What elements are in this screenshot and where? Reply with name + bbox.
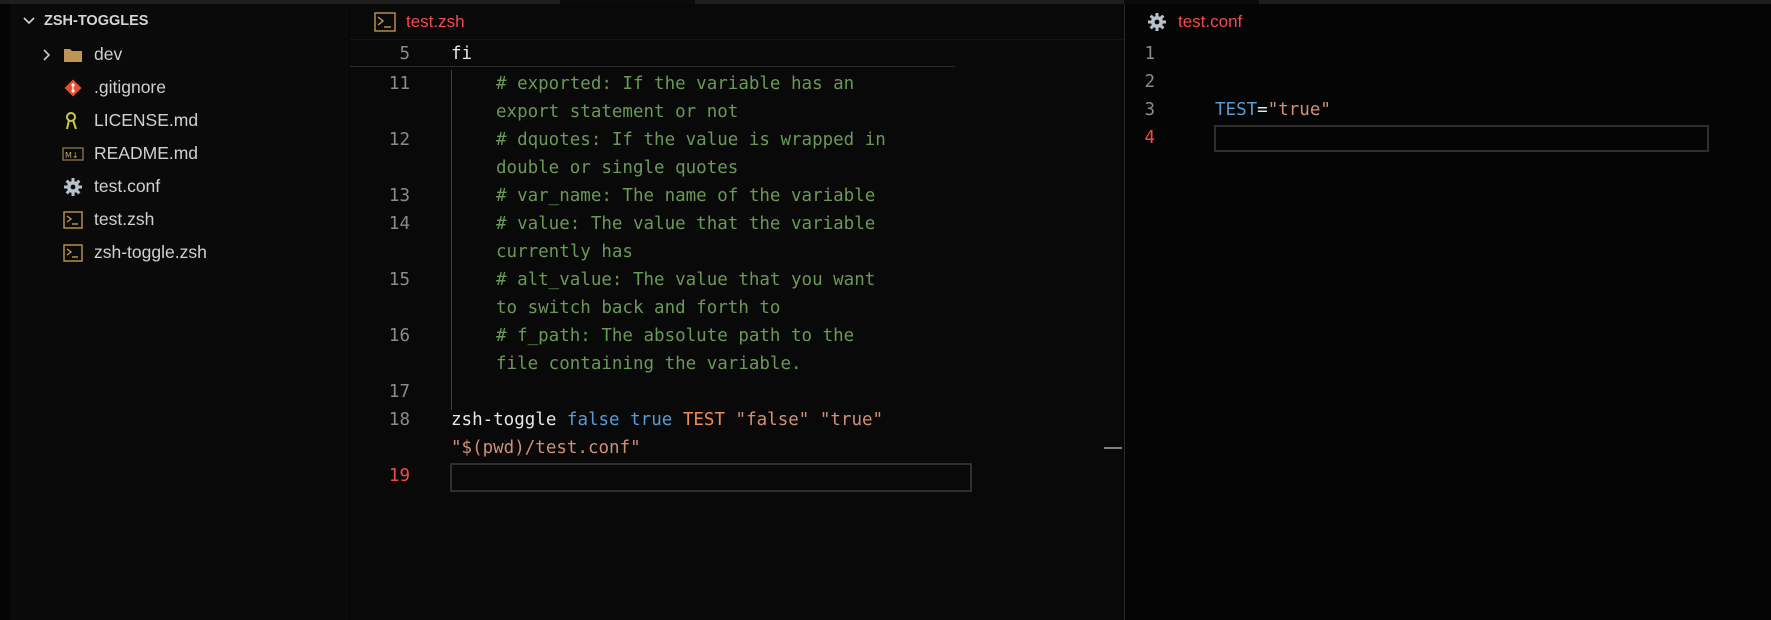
explorer-title: ZSH-TOGGLES [44, 13, 149, 29]
tree-item-label: dev [94, 44, 123, 64]
editor-pane-test-conf[interactable]: test.conf 1 2 3 TEST="true" 4 [1125, 4, 1771, 620]
explorer-header[interactable]: ZSH-TOGGLES [10, 4, 349, 38]
tab-test-zsh[interactable]: test.zsh [374, 10, 465, 34]
code-line[interactable]: export statement or not [496, 102, 738, 122]
tree-item-dev[interactable]: dev [10, 38, 349, 71]
keyword-token: true [630, 410, 673, 430]
indent-guide [451, 70, 452, 410]
tree-item-label: test.conf [94, 176, 161, 196]
line-number: 5 [399, 44, 410, 64]
tree-item-label: README.md [94, 143, 199, 163]
tree-item-test-conf[interactable]: test.conf [10, 170, 349, 203]
sticky-line[interactable]: fi [451, 44, 472, 64]
license-icon [62, 110, 84, 132]
code-line[interactable]: zsh-toggle false true TEST "false" "true… [451, 410, 883, 430]
string-token: "true" [819, 410, 884, 430]
string-token: "false" [735, 410, 810, 430]
tab-divider [350, 39, 1124, 40]
line-number: 13 [388, 186, 410, 206]
sticky-scroll-separator [350, 66, 955, 67]
svg-text:M↓: M↓ [65, 151, 79, 160]
minimap-slider[interactable] [1104, 447, 1122, 449]
variable-token: TEST [682, 410, 725, 430]
current-line-highlight[interactable] [1214, 125, 1709, 152]
string-token: "true" [1267, 100, 1331, 120]
tree-item-label: .gitignore [94, 77, 166, 97]
code-line[interactable]: TEST="true" [1215, 100, 1331, 120]
chevron-right-icon [43, 48, 51, 61]
command-token: zsh-toggle [451, 410, 557, 430]
code-line[interactable]: # var_name: The name of the variable [496, 186, 875, 206]
terminal-icon [62, 209, 84, 231]
line-number: 12 [388, 130, 410, 150]
line-number: 2 [1144, 72, 1155, 92]
operator-token: = [1257, 100, 1268, 120]
tree-item-label: LICENSE.md [94, 110, 199, 130]
line-number-active: 4 [1144, 128, 1155, 148]
code-line[interactable]: "$(pwd)/test.conf" [451, 438, 641, 458]
tree-item-license[interactable]: LICENSE.md [10, 104, 349, 137]
code-line[interactable]: # exported: If the variable has an [496, 74, 854, 94]
folder-icon [62, 44, 84, 66]
tab-label: test.zsh [406, 12, 465, 31]
markdown-icon: M↓ [62, 143, 84, 165]
tree-item-label: test.zsh [94, 209, 155, 229]
git-icon [62, 77, 84, 99]
gear-icon [62, 176, 84, 198]
line-number: 3 [1144, 100, 1155, 120]
code-line[interactable]: double or single quotes [496, 158, 738, 178]
tree-item-gitignore[interactable]: .gitignore [10, 71, 349, 104]
tree-item-label: zsh-toggle.zsh [94, 242, 207, 262]
code-line[interactable]: currently has [496, 242, 633, 262]
code-line[interactable]: # f_path: The absolute path to the [496, 326, 854, 346]
terminal-icon [374, 12, 396, 32]
tree-item-readme[interactable]: M↓ README.md [10, 137, 349, 170]
code-line[interactable]: # dquotes: If the value is wrapped in [496, 130, 886, 150]
line-number: 16 [388, 326, 410, 346]
gear-icon [1148, 13, 1166, 31]
editor-pane-test-zsh[interactable]: test.zsh 5 fi 11 # exported: If the vari… [350, 4, 1124, 620]
tree-item-zsh-toggle[interactable]: zsh-toggle.zsh [10, 236, 349, 269]
explorer-sidebar: ZSH-TOGGLES dev .gitignore LICENSE.md M↓… [10, 4, 349, 620]
code-line[interactable]: to switch back and forth to [496, 298, 780, 318]
tab-label: test.conf [1178, 12, 1243, 31]
code-line[interactable]: # alt_value: The value that you want [496, 270, 875, 290]
tree-item-test-zsh[interactable]: test.zsh [10, 203, 349, 236]
code-line[interactable]: file containing the variable. [496, 354, 802, 374]
variable-token: TEST [1215, 100, 1258, 120]
line-number: 15 [388, 270, 410, 290]
chevron-down-icon [23, 17, 35, 25]
tab-test-conf[interactable]: test.conf [1147, 10, 1242, 34]
line-number: 17 [388, 382, 410, 402]
line-number: 11 [388, 74, 410, 94]
terminal-icon [62, 242, 84, 264]
line-number: 18 [388, 410, 410, 430]
current-line-highlight[interactable] [450, 463, 972, 492]
keyword-token: false [566, 410, 620, 430]
line-number: 1 [1144, 44, 1155, 64]
line-number-active: 19 [388, 466, 410, 486]
line-number: 14 [388, 214, 410, 234]
code-line[interactable]: # value: The value that the variable [496, 214, 875, 234]
